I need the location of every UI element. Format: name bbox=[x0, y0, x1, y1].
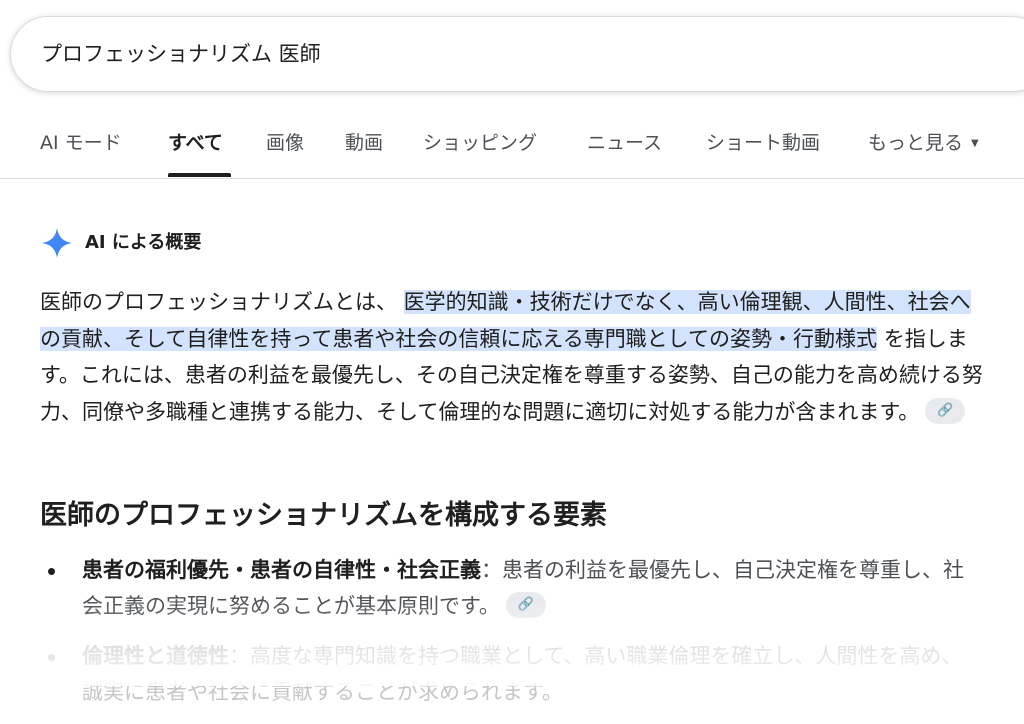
chevron-down-icon: ▼ bbox=[971, 137, 979, 149]
link-icon[interactable]: 🔗 bbox=[505, 592, 546, 618]
tab-videos[interactable]: 動画 bbox=[345, 128, 383, 158]
list-item: 倫理性と道徳性：高度な専門知識を持つ職業として、高い職業倫理を確立し、人間性を高… bbox=[40, 638, 980, 710]
list-item-term: 患者の福利優先・患者の自律性・社会正義 bbox=[82, 558, 481, 582]
tab-news[interactable]: ニュース bbox=[587, 128, 662, 158]
ai-overview-title: AI による概要 bbox=[85, 232, 202, 253]
link-icon[interactable]: 🔗 bbox=[925, 397, 966, 424]
tab-images[interactable]: 画像 bbox=[266, 128, 304, 158]
tab-short-videos[interactable]: ショート動画 bbox=[706, 128, 820, 158]
tab-all[interactable]: すべて bbox=[168, 128, 223, 158]
overview-text-start: 医師のプロフェッショナリズムとは、 bbox=[40, 290, 397, 314]
section-heading: 医師のプロフェッショナリズムを構成する要素 bbox=[40, 500, 607, 531]
search-tabs: AI モード すべて 画像 動画 ショッピング ニュース ショート動画 もっと見… bbox=[0, 120, 1024, 179]
tab-more-label: もっと見る bbox=[868, 132, 964, 154]
list-item-term: 倫理性と道徳性 bbox=[82, 644, 229, 668]
ai-overview-paragraph: 医師のプロフェッショナリズムとは、 医学的知識・技術だけでなく、高い倫理観、人間… bbox=[40, 284, 990, 430]
list-item: 患者の福利優先・患者の自律性・社会正義：患者の利益を最優先し、自己決定権を尊重し… bbox=[40, 552, 980, 624]
elements-list: 患者の福利優先・患者の自律性・社会正義：患者の利益を最優先し、自己決定権を尊重し… bbox=[40, 552, 980, 724]
search-input[interactable]: プロフェッショナリズム 医師 bbox=[41, 39, 321, 69]
search-box[interactable]: プロフェッショナリズム 医師 bbox=[10, 16, 1024, 92]
active-tab-indicator bbox=[168, 173, 231, 177]
sparkle-icon bbox=[42, 228, 72, 258]
tab-ai-mode[interactable]: AI モード bbox=[40, 128, 122, 158]
tab-shopping[interactable]: ショッピング bbox=[423, 128, 537, 158]
tab-more[interactable]: もっと見る ▼ bbox=[868, 128, 979, 159]
